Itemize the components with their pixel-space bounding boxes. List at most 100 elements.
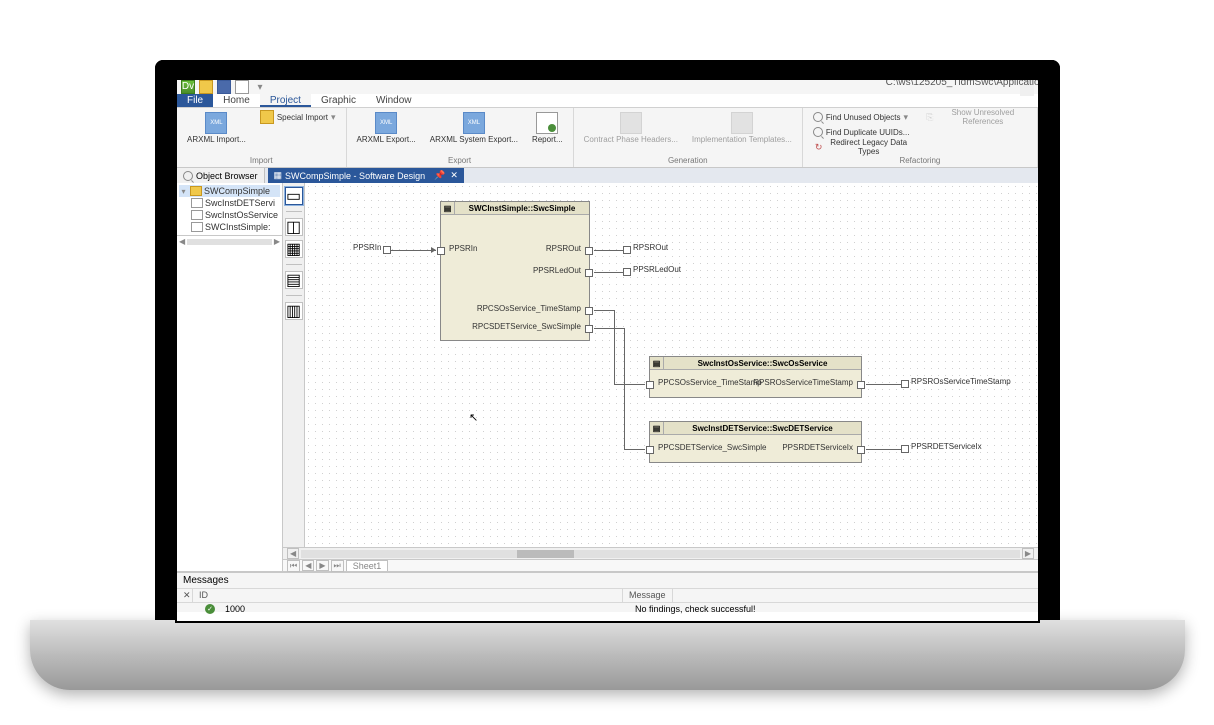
find-duplicate-uuids-button[interactable]: Find Duplicate UUIDs...: [809, 125, 914, 139]
scroll-right-icon[interactable]: ▶: [1022, 548, 1034, 559]
doc-icon: [620, 112, 642, 134]
tab-window[interactable]: Window: [366, 94, 422, 107]
tab-object-browser[interactable]: Object Browser: [177, 168, 265, 183]
arrow-icon: ↻: [813, 140, 825, 154]
port[interactable]: [857, 446, 865, 454]
open-icon[interactable]: [199, 80, 213, 94]
diagram-canvas[interactable]: ▤SWCInstSimple::SwcSimple PPSRIn RPSROut…: [305, 183, 1038, 547]
find-unused-button[interactable]: Find Unused Objects▾: [809, 110, 914, 124]
tool-button[interactable]: ▥: [285, 302, 303, 320]
special-import-button[interactable]: Special Import▾: [256, 110, 340, 124]
new-icon[interactable]: [235, 80, 249, 94]
xml-icon: XML: [375, 112, 397, 134]
tab-software-design[interactable]: ▦ SWCompSimple - Software Design 📌 ✕: [268, 168, 464, 183]
tree-item[interactable]: SWCInstSimple:: [179, 221, 280, 233]
tree-hscroll[interactable]: ◀▶: [177, 235, 282, 247]
tab-graphic[interactable]: Graphic: [311, 94, 366, 107]
xml-icon: XML: [463, 112, 485, 134]
connector-wire: [594, 272, 623, 273]
external-port[interactable]: [901, 380, 909, 388]
prev-sheet-icon[interactable]: ◀: [302, 560, 314, 571]
arxml-import-button[interactable]: XML ARXML Import...: [183, 110, 250, 146]
messages-title: Messages: [177, 573, 1038, 589]
search-icon: [813, 127, 823, 137]
tool-button[interactable]: ▦: [285, 240, 303, 258]
port[interactable]: [585, 269, 593, 277]
tool-button[interactable]: ▤: [285, 271, 303, 289]
quick-access-toolbar: Dv ▾ C:\ws\125205_TldmSwc\Application\Ec…: [177, 80, 1038, 94]
folder-icon: [260, 110, 274, 124]
pin-icon[interactable]: 📌: [434, 170, 445, 181]
ribbon-body: XML ARXML Import... Special Import▾ Impo…: [177, 108, 1038, 168]
close-messages-icon[interactable]: ✕: [177, 589, 193, 602]
design-icon: ▦: [274, 170, 283, 181]
tree-root[interactable]: ▾ SWCompSimple: [179, 185, 280, 197]
report-icon: [536, 112, 558, 134]
port[interactable]: [646, 381, 654, 389]
laptop-base: [30, 620, 1185, 690]
link-icon: ⎘: [924, 110, 936, 124]
package-icon: [190, 186, 202, 196]
connector-wire: [391, 250, 436, 251]
component-icon: ▤: [441, 202, 455, 214]
port[interactable]: [585, 325, 593, 333]
tree-item[interactable]: SwcInstOsService: [179, 209, 280, 221]
tab-project[interactable]: Project: [260, 94, 311, 107]
connector-wire: [866, 449, 901, 450]
canvas-hscroll[interactable]: ◀ ▶: [283, 547, 1038, 559]
redirect-legacy-button[interactable]: ↻Redirect Legacy Data Types: [809, 140, 914, 154]
col-id[interactable]: ID: [193, 589, 623, 602]
next-sheet-icon[interactable]: ▶: [316, 560, 328, 571]
mouse-cursor-icon: ↖: [469, 411, 478, 424]
arxml-export-button[interactable]: XML ARXML Export...: [353, 110, 420, 146]
connector-wire: [594, 328, 624, 329]
impl-templates-button: Implementation Templates...: [688, 110, 796, 146]
swc-icon: [191, 222, 203, 232]
report-button[interactable]: Report...: [528, 110, 567, 146]
save-icon[interactable]: [217, 80, 231, 94]
panel-tab-strip: Object Browser ▦ SWCompSimple - Software…: [177, 168, 1038, 183]
select-tool-button[interactable]: ▭: [285, 187, 303, 205]
collapse-icon[interactable]: ▾: [179, 187, 188, 196]
last-sheet-icon[interactable]: ⏭: [331, 560, 344, 572]
app-window: Dv ▾ C:\ws\125205_TldmSwc\Application\Ec…: [175, 78, 1040, 623]
swc-component-simple[interactable]: ▤SWCInstSimple::SwcSimple PPSRIn RPSROut…: [440, 201, 590, 341]
tree-item[interactable]: SwcInstDETServi: [179, 197, 280, 209]
tool-button[interactable]: ◫: [285, 218, 303, 236]
close-tab-icon[interactable]: ✕: [450, 170, 458, 181]
port[interactable]: [646, 446, 654, 454]
swc-component-osservice[interactable]: ▤SwcInstOsService::SwcOsService PPCSOsSe…: [649, 356, 862, 398]
scroll-left-icon[interactable]: ◀: [287, 548, 299, 559]
ribbon-group-export: XML ARXML Export... XML ARXML System Exp…: [347, 108, 574, 167]
sheet-tab[interactable]: Sheet1: [346, 560, 389, 571]
external-port[interactable]: [901, 445, 909, 453]
external-port[interactable]: [623, 268, 631, 276]
first-sheet-icon[interactable]: ⏮: [287, 560, 300, 572]
app-icon: Dv: [181, 80, 195, 94]
message-row[interactable]: ✓ 1000 No findings, check successful!: [177, 603, 1038, 615]
arxml-system-export-button[interactable]: XML ARXML System Export...: [426, 110, 522, 146]
qat-dropdown-icon[interactable]: ▾: [253, 80, 267, 94]
scroll-track[interactable]: [301, 550, 1020, 558]
port[interactable]: [585, 247, 593, 255]
external-port[interactable]: [623, 246, 631, 254]
swc-component-detservice[interactable]: ▤SwcInstDETService::SwcDETService PPCSDE…: [649, 421, 862, 463]
ribbon-group-refactoring: Find Unused Objects▾ Find Duplicate UUID…: [803, 108, 1038, 167]
port[interactable]: [437, 247, 445, 255]
external-port[interactable]: [383, 246, 391, 254]
connector-wire: [624, 449, 645, 450]
tab-home[interactable]: Home: [213, 94, 260, 107]
col-message[interactable]: Message: [623, 589, 673, 602]
doc-icon: [731, 112, 753, 134]
main-split: ▾ SWCompSimple SwcInstDETServi SwcInstOs…: [177, 183, 1038, 571]
contract-headers-button: Contract Phase Headers...: [580, 110, 682, 146]
search-icon: [813, 112, 823, 122]
connector-wire: [614, 384, 645, 385]
ribbon-group-import: XML ARXML Import... Special Import▾ Impo…: [177, 108, 347, 167]
show-unresolved-button: ⎘Show Unresolved References: [920, 110, 1031, 124]
swc-icon: [191, 198, 203, 208]
tab-file[interactable]: File: [177, 94, 213, 107]
port[interactable]: [857, 381, 865, 389]
port[interactable]: [585, 307, 593, 315]
component-icon: ▤: [650, 357, 664, 369]
